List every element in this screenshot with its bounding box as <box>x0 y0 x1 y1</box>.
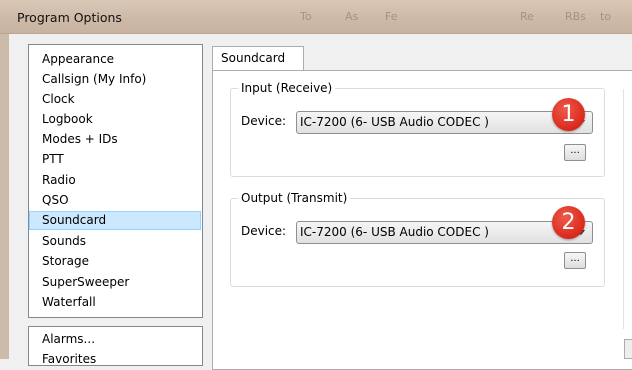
sidebar-item-callsign[interactable]: Callsign (My Info) <box>29 70 201 89</box>
sidebar-item-favorites[interactable]: Favorites <box>29 352 96 366</box>
input-browse-button[interactable]: ... <box>564 144 586 161</box>
sidebar-item-radio[interactable]: Radio <box>29 171 201 190</box>
tab-soundcard[interactable]: Soundcard <box>212 46 304 71</box>
background-text: to <box>600 10 612 23</box>
output-device-select[interactable]: IC-7200 (6- USB Audio CODEC ) <box>296 221 593 244</box>
sidebar-item-appearance[interactable]: Appearance <box>29 50 201 69</box>
sidebar-item-logbook[interactable]: Logbook <box>29 110 201 129</box>
sidebar-item-waterfall[interactable]: Waterfall <box>29 293 201 312</box>
background-text: RBs <box>565 10 586 23</box>
output-group: Output (Transmit) Device: IC-7200 (6- US… <box>230 191 605 287</box>
sidebar-item-supersweeper[interactable]: SuperSweeper <box>29 273 201 292</box>
sidebar-item-alarms[interactable]: Alarms... <box>29 332 95 346</box>
partial-button[interactable] <box>624 339 632 359</box>
background-text: Fe <box>385 10 398 23</box>
callout-badge-2: 2 <box>552 206 585 239</box>
output-device-value: IC-7200 (6- USB Audio CODEC ) <box>300 225 489 239</box>
window-frame-edge <box>0 34 9 359</box>
panel-divider <box>623 89 624 329</box>
sidebar-item-storage[interactable]: Storage <box>29 252 201 271</box>
tab-label: Soundcard <box>221 51 286 65</box>
input-group-legend: Input (Receive) <box>241 81 333 95</box>
input-group: Input (Receive) Device: IC-7200 (6- USB … <box>230 81 605 177</box>
category-list[interactable]: Appearance Callsign (My Info) Clock Logb… <box>28 44 203 318</box>
background-text: As <box>345 10 359 23</box>
sidebar-item-ptt[interactable]: PTT <box>29 150 201 169</box>
input-device-select[interactable]: IC-7200 (6- USB Audio CODEC ) <box>296 111 593 134</box>
output-browse-button[interactable]: ... <box>564 252 586 269</box>
background-text: Re <box>520 10 534 23</box>
output-device-label: Device: <box>241 224 287 238</box>
input-device-value: IC-7200 (6- USB Audio CODEC ) <box>300 115 489 129</box>
output-group-legend: Output (Transmit) <box>241 191 348 205</box>
sidebar-item-modes-ids[interactable]: Modes + IDs <box>29 130 201 149</box>
sidebar-item-clock[interactable]: Clock <box>29 90 201 109</box>
sidebar-item-sounds[interactable]: Sounds <box>29 232 201 251</box>
sidebar-item-qso[interactable]: QSO <box>29 191 201 210</box>
input-device-label: Device: <box>241 114 287 128</box>
background-text: To <box>300 10 312 23</box>
secondary-list[interactable]: Alarms... Favorites <box>28 326 203 366</box>
window-title: Program Options <box>17 10 122 25</box>
callout-badge-1: 1 <box>552 98 585 131</box>
title-bar[interactable]: Program Options To As Fe Re RBs to <box>0 0 632 34</box>
sidebar-item-soundcard[interactable]: Soundcard <box>29 211 201 230</box>
